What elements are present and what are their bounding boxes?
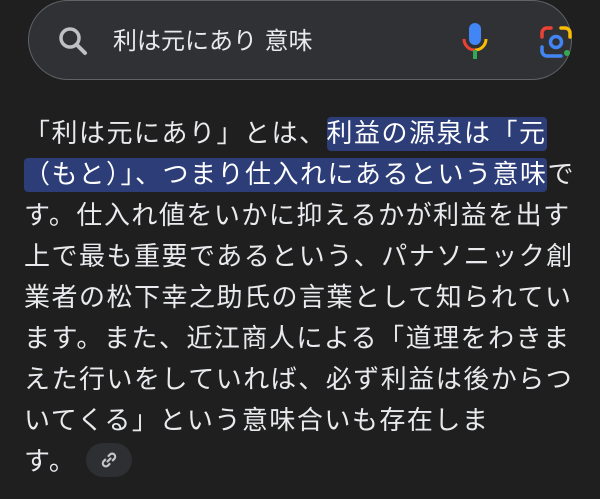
google-lens-icon[interactable] (539, 25, 573, 59)
ai-overview-answer: 「利は元にあり」とは、利益の源泉は「元 （もと）」、つまり仕入れにあるという意味… (24, 114, 580, 483)
search-input[interactable]: 利は元にあり 意味 (113, 23, 313, 59)
answer-line: えた行いをしていれば、必ず利益は後からつ (24, 365, 574, 395)
microphone-icon[interactable] (461, 21, 489, 61)
answer-text: す。 (24, 447, 77, 477)
answer-line: 上で最も重要であるという、パナソニック創 (24, 242, 574, 272)
answer-line: （もと）」、つまり仕入れにあるという意味で (24, 155, 580, 196)
answer-text: で (547, 160, 575, 190)
highlighted-text: （もと）」、つまり仕入れにあるという意味 (24, 158, 548, 192)
answer-line: ます。また、近江商人による「道理をわきま (24, 324, 571, 354)
answer-line: す。仕入れ値をいかに抑えるかが利益を出す (24, 201, 571, 231)
link-icon (102, 452, 117, 467)
answer-line: いてくる」という意味合いも存在しま (24, 406, 490, 436)
search-bar[interactable]: 利は元にあり 意味 (28, 0, 572, 80)
highlighted-text: 利益の源泉は「元 (326, 117, 547, 151)
search-icon[interactable] (57, 25, 89, 57)
answer-line: す。 (24, 442, 580, 483)
source-link-button[interactable] (86, 442, 133, 477)
answer-line: 業者の松下幸之助氏の言葉として知られてい (24, 283, 573, 313)
answer-text: 「利は元にあり」とは、 (24, 119, 327, 149)
answer-line: 「利は元にあり」とは、利益の源泉は「元 (24, 114, 580, 155)
